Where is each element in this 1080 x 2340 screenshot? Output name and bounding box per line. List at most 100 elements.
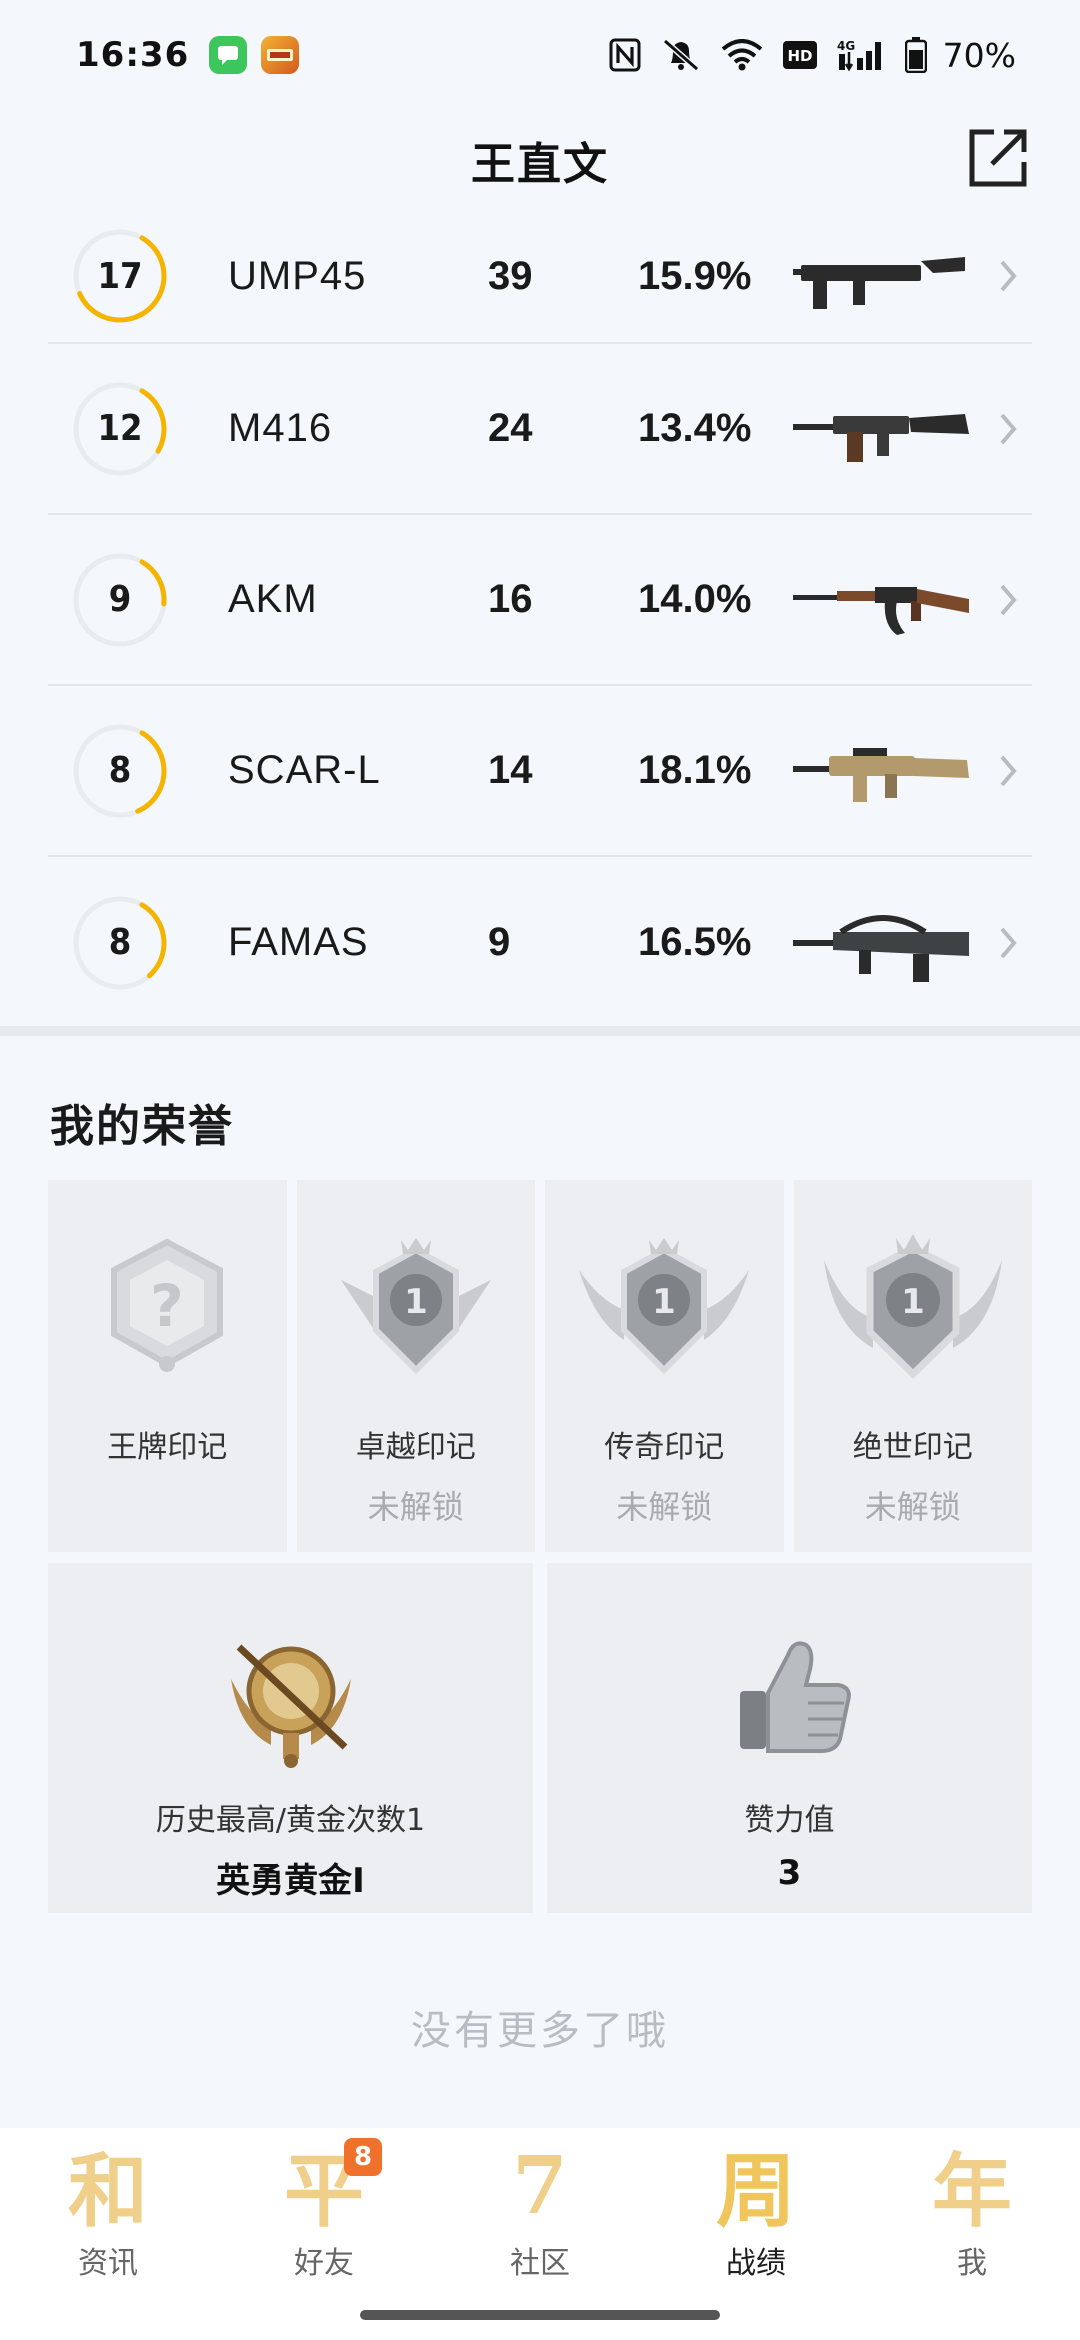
end-of-list-text: 没有更多了哦	[411, 2008, 669, 2054]
weapon-name: AKM	[228, 577, 318, 621]
weapon-rank-value: 9	[108, 579, 132, 620]
weapon-kills: 24	[488, 406, 533, 450]
weapon-kills: 16	[488, 577, 533, 621]
usage-ring: 17	[70, 226, 170, 326]
weapon-row[interactable]: 8 SCAR-L 14 18.1%	[48, 686, 1032, 857]
akm-rifle-image	[793, 586, 969, 635]
svg-text:HD: HD	[787, 47, 812, 65]
weapon-name: FAMAS	[228, 920, 369, 964]
weapon-name: M416	[228, 406, 333, 450]
nav-item-community[interactable]: 7 社区	[432, 2128, 648, 2340]
usage-ring: 9	[70, 550, 170, 650]
nav-label: 我	[957, 2246, 987, 2281]
m416-rifle-image	[793, 413, 969, 462]
ump45-smg-image	[793, 257, 965, 309]
profile-icon: 年	[932, 2144, 1012, 2238]
svg-text:?: ?	[150, 1272, 184, 1340]
weapon-rate: 18.1%	[638, 748, 752, 792]
weapon-stats-list: 17 UMP45 39 15.9% 12 M416 24 13.4% 9 AKM 16 14.0% 8 S…	[48, 210, 1032, 1028]
bottom-nav: 和 资讯 平 8 好友 7 社区 周 战绩 年 我	[0, 2128, 1080, 2340]
share-external-icon[interactable]	[966, 126, 1030, 190]
messages-app-icon	[209, 36, 248, 74]
stat-card-likes[interactable]: 赞力值 3	[547, 1563, 1032, 1913]
game-app-icon	[261, 36, 300, 74]
weapon-rank-value: 8	[108, 750, 132, 791]
weapon-row[interactable]: 12 M416 24 13.4%	[48, 344, 1032, 515]
weapon-rank-value: 12	[97, 408, 143, 449]
weapon-kills: 39	[488, 253, 533, 298]
honor-card-peerless[interactable]: 1 绝世印记 未解锁	[793, 1180, 1032, 1552]
nav-label: 资讯	[78, 2246, 138, 2281]
page-header: 王直文	[0, 110, 1080, 210]
chevron-right-icon	[1000, 927, 1017, 958]
nav-label: 战绩	[726, 2246, 786, 2281]
weapon-name: SCAR-L	[228, 748, 381, 792]
usage-ring: 8	[70, 721, 170, 821]
nav-item-me[interactable]: 年 我	[864, 2128, 1080, 2340]
mute-icon	[661, 37, 701, 73]
honor-label: 卓越印记	[355, 1430, 476, 1465]
community-icon: 7	[512, 2138, 568, 2232]
nav-label: 好友	[294, 2246, 354, 2281]
usage-ring: 12	[70, 379, 170, 479]
weapon-rate: 14.0%	[638, 577, 752, 621]
wifi-icon	[721, 39, 763, 71]
honor-label: 传奇印记	[604, 1430, 725, 1465]
chevron-right-icon	[1000, 755, 1017, 786]
honor-lock-status: 未解锁	[864, 1488, 961, 1526]
scar-l-rifle-image	[793, 747, 969, 802]
honor-label: 绝世印记	[852, 1430, 973, 1465]
honor-lock-status: 未解锁	[367, 1488, 464, 1526]
svg-text:1: 1	[652, 1282, 676, 1322]
nfc-icon	[609, 38, 641, 72]
honor-card-legend[interactable]: 1 传奇印记 未解锁	[545, 1180, 784, 1552]
nav-item-friends[interactable]: 平 8 好友	[216, 2128, 432, 2340]
chevron-right-icon	[1000, 413, 1017, 444]
gold-tier-emblem-icon	[230, 1644, 351, 1768]
stat-value: 3	[777, 1853, 802, 1893]
question-shield-icon: ?	[111, 1238, 224, 1372]
svg-text:1: 1	[404, 1282, 428, 1322]
weapon-row[interactable]: 8 FAMAS 9 16.5%	[48, 857, 1032, 1028]
usage-ring: 8	[70, 893, 170, 993]
battery-icon	[904, 37, 927, 73]
home-indicator[interactable]	[360, 2310, 720, 2320]
famas-rifle-image	[793, 914, 969, 982]
honor-badge-cards: ? 王牌印记 1 卓越印记 未解锁 1 传奇印记 未解锁 1 绝世印记 未解锁	[48, 1180, 1032, 1552]
thumbs-up-icon	[739, 1641, 851, 1753]
weapon-rate: 13.4%	[638, 406, 752, 450]
honors-section-title: 我的荣誉	[50, 1101, 234, 1152]
weapon-kills: 9	[488, 920, 511, 964]
weapon-rate: 16.5%	[638, 920, 752, 964]
notification-badge: 8	[344, 2138, 382, 2176]
page-title: 王直文	[471, 139, 609, 190]
nav-item-news[interactable]: 和 资讯	[0, 2128, 216, 2340]
battery-percent: 70%	[942, 35, 1016, 75]
chevron-right-icon	[1000, 584, 1017, 615]
honor-lock-status: 未解锁	[616, 1488, 713, 1526]
honor-card-ace[interactable]: ? 王牌印记	[48, 1180, 287, 1552]
chevron-right-icon	[1000, 260, 1017, 292]
weapon-rate: 15.9%	[638, 253, 752, 298]
svg-text:1: 1	[901, 1282, 925, 1322]
silver-winged-badge-icon: 1	[579, 1238, 750, 1375]
silver-ornate-badge-icon: 1	[823, 1234, 1002, 1379]
stats-icon: 周	[716, 2144, 796, 2238]
honor-card-excellence[interactable]: 1 卓越印记 未解锁	[296, 1180, 535, 1552]
section-divider	[0, 1026, 1080, 1036]
weapon-row[interactable]: 9 AKM 16 14.0%	[48, 515, 1032, 686]
stat-card-highest-tier[interactable]: 历史最高/黄金次数1 英勇黄金I	[48, 1563, 533, 1913]
status-bar: 16:36 HD 4G 70%	[0, 0, 1080, 110]
stat-label: 历史最高/黄金次数1	[155, 1803, 426, 1838]
weapon-row[interactable]: 17 UMP45 39 15.9%	[48, 210, 1032, 344]
stat-value: 英勇黄金I	[216, 1861, 365, 1901]
nav-item-stats[interactable]: 周 战绩	[648, 2128, 864, 2340]
signal-4g-icon: 4G	[837, 38, 885, 72]
weapon-name: UMP45	[228, 253, 367, 298]
honor-stat-cards: 历史最高/黄金次数1 英勇黄金I 赞力值 3	[48, 1563, 1032, 1913]
honor-label: 王牌印记	[107, 1430, 228, 1465]
stat-label: 赞力值	[744, 1803, 835, 1838]
silver-badge-1-icon: 1	[340, 1238, 491, 1375]
weapon-rank-value: 17	[97, 255, 143, 297]
weapon-kills: 14	[488, 748, 533, 792]
